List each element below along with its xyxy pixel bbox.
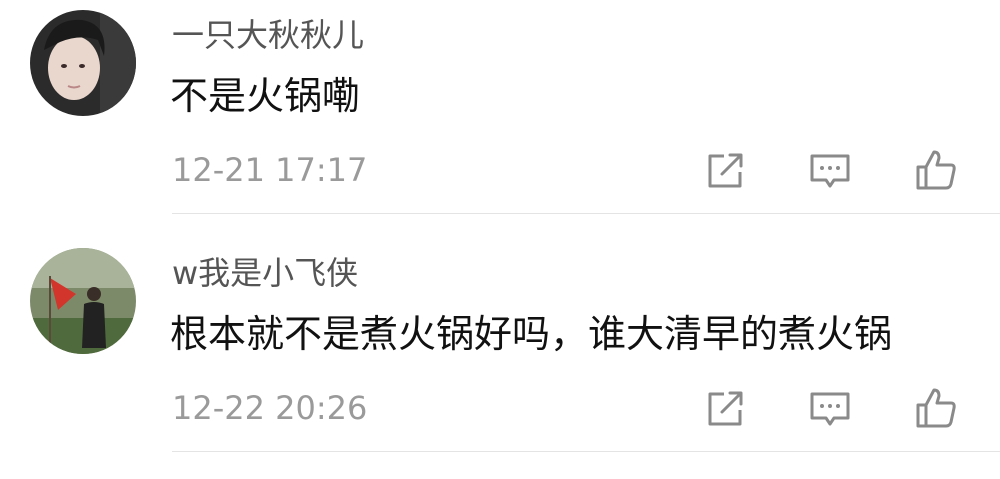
- thumbs-up-icon: [916, 150, 956, 190]
- reply-icon: [810, 154, 850, 188]
- avatar-image: [30, 248, 136, 354]
- share-icon: [708, 153, 743, 188]
- comment-divider: [172, 213, 1000, 214]
- user-avatar[interactable]: [30, 10, 136, 116]
- avatar-image: [30, 10, 136, 116]
- comment-text: 不是火锅嘞: [170, 74, 361, 118]
- thumbs-up-icon: [916, 388, 956, 428]
- user-avatar[interactable]: [30, 248, 136, 354]
- comment-text: 根本就不是煮火锅好吗，谁大清早的煮火锅: [170, 312, 893, 356]
- comment-timestamp: 12-22 20:26: [172, 389, 368, 427]
- comment-item: w我是小飞侠 根本就不是煮火锅好吗，谁大清早的煮火锅 12-22 20:26: [0, 238, 1000, 452]
- like-button[interactable]: [914, 386, 958, 430]
- like-button[interactable]: [914, 148, 958, 192]
- reply-button[interactable]: [808, 148, 852, 192]
- share-button[interactable]: [704, 148, 748, 192]
- reply-button[interactable]: [808, 386, 852, 430]
- comment-timestamp: 12-21 17:17: [172, 151, 368, 189]
- reply-icon: [810, 392, 850, 426]
- comment-username[interactable]: 一只大秋秋儿: [172, 15, 364, 55]
- share-icon: [708, 391, 743, 426]
- comment-username[interactable]: w我是小飞侠: [172, 253, 358, 293]
- share-button[interactable]: [704, 386, 748, 430]
- comment-item: 一只大秋秋儿 不是火锅嘞 12-21 17:17: [0, 0, 1000, 214]
- comment-divider: [172, 451, 1000, 452]
